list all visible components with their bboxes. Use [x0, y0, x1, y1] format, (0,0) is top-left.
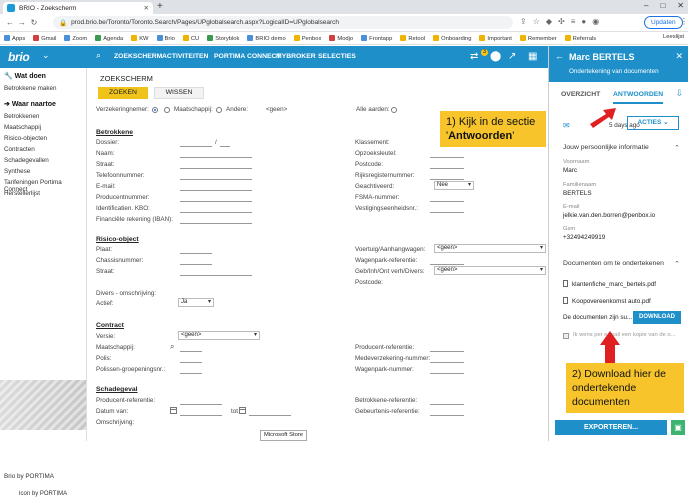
- sidebar-caption: Brio by PORTIMA: [4, 473, 54, 480]
- arrow-to-antwoorden: [590, 108, 616, 128]
- sidebar-footer: Icon by PORTIMA: [18, 491, 68, 497]
- annotation-arrows: [590, 108, 620, 363]
- arrow-to-download: [600, 331, 620, 363]
- taskbar-tooltip: Microsoft Store: [260, 430, 307, 441]
